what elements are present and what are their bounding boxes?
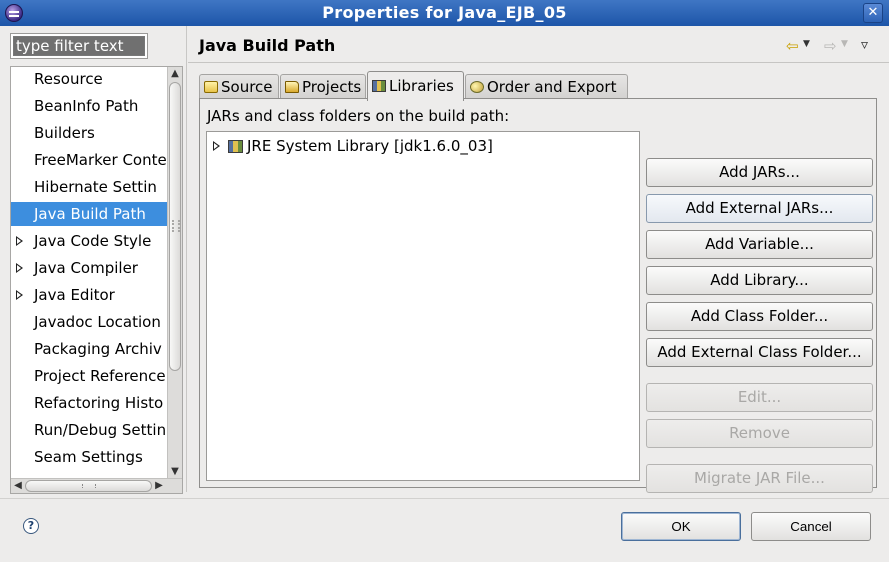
add-variable-button[interactable]: Add Variable... [646,230,873,259]
expand-triangle-icon[interactable] [16,263,23,273]
sidebar-item-label: Refactoring Histo [34,394,164,412]
property-page-tree: Resource BeanInfo Path Builders FreeMark… [10,66,183,494]
window-titlebar[interactable]: Properties for Java_EJB_05 ✕ [0,0,889,26]
source-folder-icon [204,81,218,93]
migrate-jar-button[interactable]: Migrate JAR File... [646,464,873,493]
view-menu-icon[interactable]: ▿ [861,37,868,53]
sidebar-item-beaninfo-path[interactable]: BeanInfo Path [11,94,169,118]
cancel-button[interactable]: Cancel [751,512,871,541]
back-history-dropdown-icon[interactable]: ▼ [803,39,810,49]
tab-label: Order and Export [487,78,617,96]
sidebar-item-java-build-path[interactable]: Java Build Path [11,202,169,226]
expand-triangle-icon[interactable] [16,236,23,246]
footer-divider [0,498,889,499]
filter-field-frame [10,33,148,59]
library-row-jre-system-library[interactable]: JRE System Library [jdk1.6.0_03] [207,135,637,157]
sidebar-item-label: Java Code Style [34,232,152,250]
sidebar-item-hibernate-settings[interactable]: Hibernate Settin [11,175,169,199]
sidebar-item-label: Packaging Archiv [34,340,162,358]
sidebar-item-label: FreeMarker Conte [34,151,167,169]
filter-input[interactable] [13,36,145,56]
scroll-down-arrow-icon[interactable]: ▼ [168,465,182,479]
sidebar-item-label: Java Compiler [34,259,138,277]
sidebar-item-packaging-archives[interactable]: Packaging Archiv [11,337,169,361]
tab-order-and-export[interactable]: Order and Export [465,74,628,100]
tab-label: Source [221,78,273,96]
add-external-class-folder-button[interactable]: Add External Class Folder... [646,338,873,367]
panel-sash[interactable] [186,26,188,492]
sidebar-item-java-code-style[interactable]: Java Code Style [11,229,169,253]
remove-button[interactable]: Remove [646,419,873,448]
window-title: Properties for Java_EJB_05 [322,3,567,22]
sidebar-item-resource[interactable]: Resource [11,67,169,91]
sidebar-item-label: Run/Debug Settin [34,421,167,439]
sidebar-item-label: Java Editor [34,286,115,304]
scroll-left-arrow-icon[interactable]: ◀ [11,479,25,493]
header-divider [188,62,889,63]
expand-triangle-icon[interactable] [213,141,220,151]
forward-history-dropdown-icon[interactable]: ▼ [841,39,848,49]
back-arrow-icon[interactable]: ⇦ [786,37,799,55]
close-window-button[interactable]: ✕ [863,3,883,23]
tab-libraries[interactable]: Libraries [367,71,464,101]
order-export-icon [470,81,484,93]
tab-label: Libraries [389,77,454,95]
page-navigation: ⇦ ▼ ⇨ ▼ ▿ [786,36,876,56]
sidebar-item-refactoring-history[interactable]: Refactoring Histo [11,391,169,415]
tree-horizontal-scrollbar[interactable]: ◀ ▶ [11,478,182,493]
sash-grip-icon[interactable] [172,220,180,232]
tab-source[interactable]: Source [199,74,279,100]
add-external-jars-button[interactable]: Add External JARs... [646,194,873,223]
edit-button[interactable]: Edit... [646,383,873,412]
sidebar-item-java-editor[interactable]: Java Editor [11,283,169,307]
sidebar-item-label: Builders [34,124,95,142]
tree-item-list: Resource BeanInfo Path Builders FreeMark… [11,67,169,479]
sidebar-item-label: Javadoc Location [34,313,161,331]
sidebar-item-label: Resource [34,70,103,88]
library-tree[interactable]: JRE System Library [jdk1.6.0_03] [206,131,640,481]
tab-label: Projects [302,78,362,96]
sidebar-item-label: Hibernate Settin [34,178,157,196]
ok-button[interactable]: OK [621,512,741,541]
libraries-tab-panel: JARs and class folders on the build path… [199,98,877,493]
page-title: Java Build Path [199,36,336,55]
expand-triangle-icon[interactable] [16,290,23,300]
project-folder-icon [285,81,299,93]
horizontal-scroll-thumb[interactable] [25,480,152,492]
sidebar-item-label: Java Build Path [34,205,146,223]
forward-arrow-icon[interactable]: ⇨ [824,37,837,55]
sidebar-item-freemarker-context[interactable]: FreeMarker Conte [11,148,169,172]
sidebar-item-label: Project Reference [34,367,166,385]
library-icon [372,80,386,92]
classpath-label: JARs and class folders on the build path… [207,107,510,125]
sidebar-item-label: Seam Settings [34,448,143,466]
properties-dialog: Resource BeanInfo Path Builders FreeMark… [0,26,889,562]
sidebar-item-seam-settings[interactable]: Seam Settings [11,445,169,469]
scroll-up-arrow-icon[interactable]: ▲ [168,67,182,81]
sidebar-item-java-compiler[interactable]: Java Compiler [11,256,169,280]
help-icon[interactable]: ? [23,518,39,534]
sidebar-item-builders[interactable]: Builders [11,121,169,145]
sidebar-item-run-debug-settings[interactable]: Run/Debug Settin [11,418,169,442]
tab-projects[interactable]: Projects [280,74,366,100]
sidebar-item-project-references[interactable]: Project Reference [11,364,169,388]
sidebar-item-javadoc-location[interactable]: Javadoc Location [11,310,169,334]
add-jars-button[interactable]: Add JARs... [646,158,873,187]
scroll-right-arrow-icon[interactable]: ▶ [152,479,166,493]
add-class-folder-button[interactable]: Add Class Folder... [646,302,873,331]
sidebar-item-label: BeanInfo Path [34,97,139,115]
library-icon [228,140,243,153]
tree-vertical-scrollbar[interactable]: ▲ ▼ [167,67,182,479]
add-library-button[interactable]: Add Library... [646,266,873,295]
library-label: JRE System Library [jdk1.6.0_03] [247,137,493,155]
